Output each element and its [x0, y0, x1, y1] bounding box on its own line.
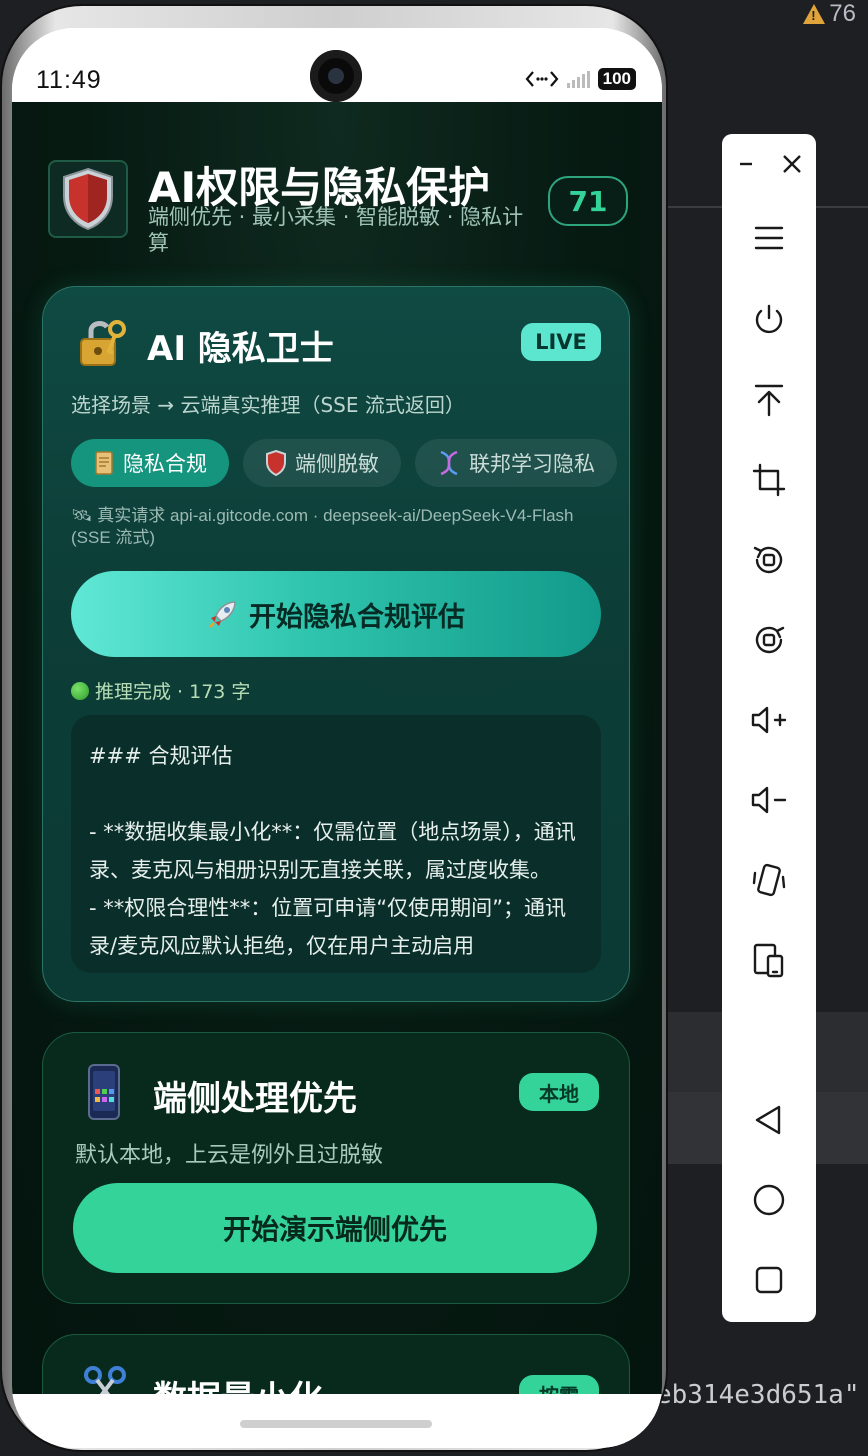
- scroll-icon: [95, 451, 113, 475]
- lock-icon: [80, 320, 126, 366]
- close-icon: [783, 155, 801, 173]
- minimize-button[interactable]: [726, 144, 766, 184]
- chip-federated-learning[interactable]: 联邦学习隐私: [415, 439, 617, 487]
- volume-up-button[interactable]: [722, 690, 816, 750]
- warning-icon: !: [803, 4, 826, 24]
- back-button[interactable]: [722, 1090, 816, 1150]
- chip-privacy-compliance[interactable]: 隐私合规: [71, 439, 229, 487]
- volume-down-button[interactable]: [722, 770, 816, 830]
- pin-top-icon: [754, 384, 784, 417]
- status-icons: 100: [525, 68, 636, 90]
- close-button[interactable]: [772, 144, 812, 184]
- app-content[interactable]: AI权限与隐私保护 端侧优先 · 最小采集 · 智能脱敏 · 隐私计算 71 A…: [12, 102, 662, 1394]
- scissors-icon: [84, 1366, 126, 1394]
- on-device-first-card: 端侧处理优先 本地 默认本地，上云是例外且过脱敏 开始演示端侧优先: [42, 1032, 630, 1304]
- gesture-nav-area: [12, 1394, 662, 1448]
- inference-status: 推理完成 · 173 字: [71, 677, 250, 704]
- ide-code-fragment: eb314e3d651a": [656, 1380, 860, 1410]
- chip-label: 联邦学习隐私: [469, 452, 595, 476]
- phone-screen: 11:49 100 AI权限与隐私保护 端侧优先 · 最小采集 · 智能脱敏 ·…: [12, 28, 662, 1448]
- shield-logo: [48, 160, 128, 238]
- status-dot-icon: [71, 681, 89, 700]
- warning-count: 76: [829, 0, 856, 27]
- ai-privacy-guard-card: AI 隐私卫士 LIVE 选择场景 → 云端真实推理（SSE 流式返回） 隐私合…: [42, 286, 630, 1002]
- screenshot-crop-button[interactable]: [722, 450, 816, 510]
- on-demand-badge: 按需: [519, 1375, 599, 1394]
- signal-icon: [566, 70, 590, 88]
- device-card-description: 默认本地，上云是例外且过脱敏: [75, 1143, 384, 1168]
- back-icon: [755, 1105, 781, 1135]
- privacy-score-badge[interactable]: 71: [548, 176, 628, 226]
- ai-card-description: 选择场景 → 云端真实推理（SSE 流式返回）: [71, 393, 465, 417]
- start-on-device-demo-button[interactable]: 开始演示端侧优先: [73, 1183, 597, 1273]
- minimize-card-title: 数据最小化: [153, 1371, 323, 1394]
- recents-button[interactable]: [722, 1250, 816, 1310]
- power-button[interactable]: [722, 290, 816, 350]
- data-minimization-card: 数据最小化 按需: [42, 1334, 630, 1394]
- live-badge: LIVE: [521, 323, 601, 361]
- fold-button[interactable]: [722, 930, 816, 990]
- menu-icon: [754, 226, 784, 250]
- start-compliance-assessment-button[interactable]: 开始隐私合规评估: [71, 571, 601, 657]
- shake-icon: [752, 863, 786, 897]
- chip-label: 隐私合规: [123, 452, 207, 476]
- rocket-icon: [209, 601, 236, 628]
- fold-icon: [753, 943, 784, 978]
- inference-output[interactable]: ### 合规评估 - **数据收集最小化**：仅需位置（地点场景），通讯录、麦克…: [71, 715, 601, 973]
- minimize-icon: [740, 162, 752, 166]
- rotate-right-button[interactable]: [722, 610, 816, 670]
- chip-on-device-masking[interactable]: 端侧脱敏: [243, 439, 401, 487]
- dna-icon: [440, 450, 458, 476]
- data-transfer-icon: [525, 71, 559, 87]
- page-subtitle: 端侧优先 · 最小采集 · 智能脱敏 · 隐私计算: [148, 205, 524, 255]
- scenario-chips: 隐私合规 端侧脱敏 联邦学习隐私: [71, 439, 617, 487]
- app-header: AI权限与隐私保护 端侧优先 · 最小采集 · 智能脱敏 · 隐私计算 71: [48, 160, 628, 260]
- rotate-right-icon: [755, 626, 785, 654]
- status-time: 11:49: [36, 66, 102, 94]
- local-badge: 本地: [519, 1073, 599, 1111]
- crop-icon: [752, 463, 786, 497]
- home-icon: [753, 1184, 785, 1216]
- rotate-left-button[interactable]: [722, 530, 816, 590]
- shake-button[interactable]: [722, 850, 816, 910]
- shield-icon: [266, 450, 286, 476]
- battery-indicator: 100: [597, 68, 636, 90]
- front-camera: [310, 50, 362, 102]
- volume-down-icon: [751, 786, 787, 814]
- emulator-toolbar: [722, 134, 816, 1322]
- home-button[interactable]: [722, 1170, 816, 1230]
- volume-up-icon: [751, 706, 787, 734]
- mobile-phone-icon: [88, 1064, 120, 1120]
- recents-icon: [755, 1266, 783, 1294]
- api-endpoint-info: 🛰 真实请求 api-ai.gitcode.com · deepseek-ai/…: [71, 506, 574, 547]
- power-icon: [755, 304, 783, 334]
- chip-label: 端侧脱敏: [295, 452, 379, 476]
- start-button-label: 开始隐私合规评估: [249, 601, 465, 633]
- device-card-title: 端侧处理优先: [153, 1079, 357, 1119]
- ai-card-title: AI 隐私卫士: [147, 329, 334, 369]
- menu-button[interactable]: [722, 208, 816, 268]
- home-indicator[interactable]: [240, 1420, 432, 1428]
- rotate-left-icon: [753, 546, 783, 574]
- inference-status-text: 推理完成 · 173 字: [95, 681, 251, 703]
- shield-icon: [63, 167, 113, 231]
- status-bar: 11:49 100: [12, 28, 662, 102]
- pin-top-button[interactable]: [722, 370, 816, 430]
- ide-warning-indicator[interactable]: ! 76: [803, 0, 856, 28]
- phone-frame: 11:49 100 AI权限与隐私保护 端侧优先 · 最小采集 · 智能脱敏 ·…: [2, 6, 666, 1450]
